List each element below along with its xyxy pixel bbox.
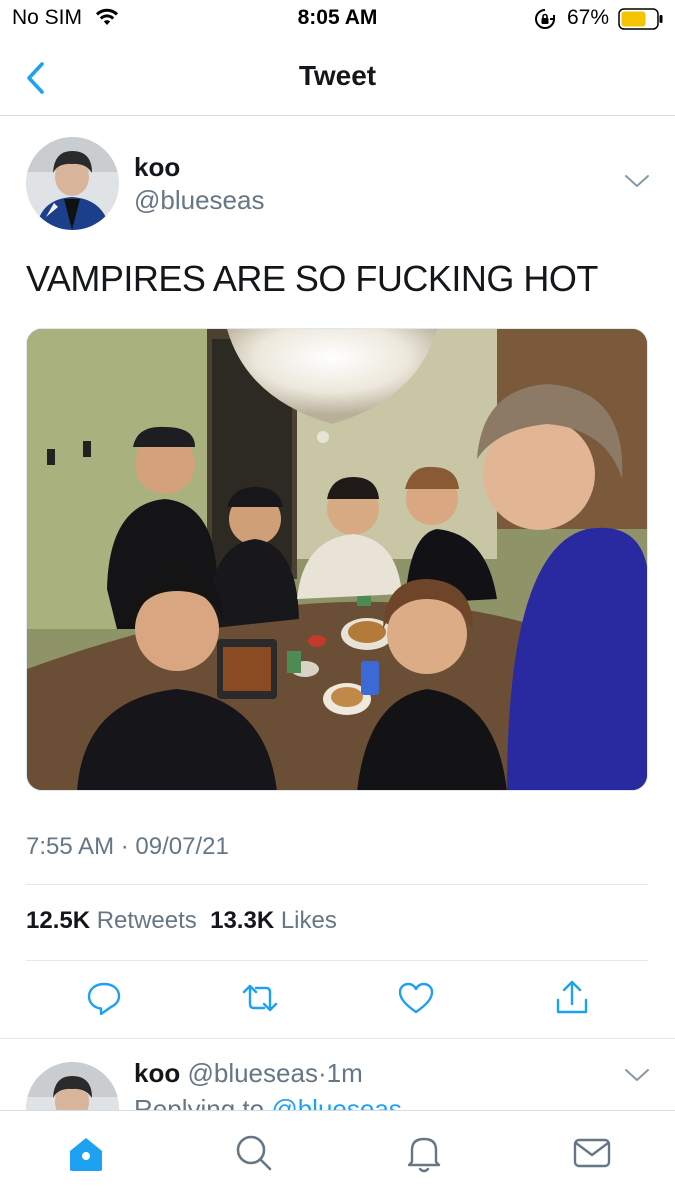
tweet-timestamp: 7:55 AM · 09/07/21 bbox=[26, 833, 229, 860]
battery-icon bbox=[618, 8, 664, 35]
battery-percent: 67% bbox=[567, 6, 610, 29]
page-title: Tweet bbox=[298, 60, 377, 91]
retweets-stat[interactable]: 12.5K Retweets bbox=[26, 907, 197, 934]
group-dinner-photo bbox=[27, 329, 647, 790]
likes-count: 13.3K bbox=[210, 907, 275, 934]
tweet-stats: 12.5K Retweets 13.3K Likes bbox=[26, 907, 337, 935]
avatar[interactable] bbox=[26, 137, 119, 230]
messages-icon bbox=[573, 1138, 611, 1168]
like-icon bbox=[398, 982, 434, 1014]
likes-label: Likes bbox=[280, 907, 337, 934]
chevron-down-icon bbox=[625, 175, 649, 187]
retweets-count: 12.5K bbox=[26, 907, 91, 934]
user-handle[interactable]: @blueseas bbox=[134, 185, 264, 216]
navigation-bar: Tweet bbox=[0, 40, 675, 116]
notifications-icon bbox=[407, 1137, 441, 1173]
reply-icon bbox=[87, 982, 121, 1016]
tab-home[interactable] bbox=[64, 1131, 108, 1175]
divider bbox=[26, 960, 648, 961]
chevron-down-icon bbox=[625, 1069, 649, 1081]
tab-notifications[interactable] bbox=[402, 1131, 446, 1175]
search-icon bbox=[236, 1135, 272, 1171]
reply-header: koo @blueseas·1m bbox=[134, 1058, 363, 1089]
tab-messages[interactable] bbox=[570, 1131, 614, 1175]
tab-bar bbox=[0, 1110, 675, 1200]
reply-age: 1m bbox=[326, 1058, 363, 1088]
reply-user-name[interactable]: koo bbox=[134, 1058, 180, 1088]
retweets-label: Retweets bbox=[96, 907, 197, 934]
avatar-image bbox=[26, 137, 119, 230]
status-bar: No SIM 8:05 AM 67% bbox=[0, 0, 675, 40]
retweet-icon bbox=[242, 984, 278, 1012]
user-name[interactable]: koo bbox=[134, 152, 180, 183]
tab-search[interactable] bbox=[232, 1131, 276, 1175]
retweet-button[interactable] bbox=[240, 978, 280, 1018]
orientation-lock-icon bbox=[533, 7, 557, 36]
reply-button[interactable] bbox=[84, 978, 124, 1018]
section-divider bbox=[0, 1038, 675, 1039]
home-icon bbox=[70, 1138, 102, 1171]
reply-separator: · bbox=[317, 1058, 327, 1088]
share-icon bbox=[556, 980, 588, 1014]
tweet-photo[interactable] bbox=[26, 328, 648, 791]
more-options-button[interactable] bbox=[624, 172, 650, 195]
like-button[interactable] bbox=[396, 978, 436, 1018]
share-button[interactable] bbox=[552, 978, 592, 1018]
divider bbox=[26, 884, 648, 885]
likes-stat[interactable]: 13.3K Likes bbox=[210, 907, 337, 934]
tweet-text: VAMPIRES ARE SO FUCKING HOT bbox=[26, 258, 598, 299]
reply-user-handle[interactable]: @blueseas bbox=[187, 1058, 317, 1088]
reply-more-options-button[interactable] bbox=[624, 1066, 650, 1089]
